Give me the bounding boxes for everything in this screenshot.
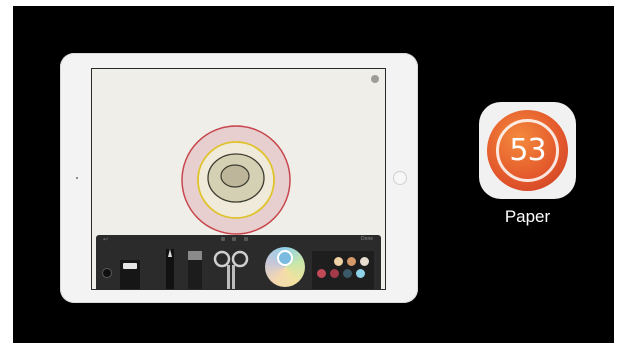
inner-olive-ellipse bbox=[220, 164, 250, 188]
tray-top-bar: ↩ Done bbox=[96, 235, 381, 245]
eraser-icon[interactable] bbox=[102, 268, 112, 278]
pencil-tip bbox=[168, 249, 172, 257]
undo-button[interactable]: ↩ bbox=[103, 236, 108, 243]
tool-tray: ↩ Done bbox=[96, 235, 381, 290]
info-icon[interactable] bbox=[371, 75, 379, 83]
palette-swatch[interactable] bbox=[330, 269, 339, 278]
logo-ring: 53 bbox=[496, 119, 559, 182]
palette-swatch[interactable] bbox=[356, 269, 365, 278]
ipad-screen: ↩ Done bbox=[91, 68, 386, 290]
color-mixer-wheel[interactable] bbox=[265, 247, 305, 287]
scissors-icon[interactable] bbox=[213, 249, 249, 290]
palette-swatch[interactable] bbox=[317, 269, 326, 278]
ipad-camera bbox=[76, 177, 78, 179]
ipad-home-button[interactable] bbox=[393, 171, 407, 185]
pencil-tool[interactable] bbox=[166, 249, 174, 289]
fountain-pen-tip bbox=[123, 263, 137, 269]
app-name-label: Paper bbox=[504, 207, 551, 226]
palette-swatch[interactable] bbox=[347, 257, 356, 266]
paper-app-icon[interactable]: 53 bbox=[479, 102, 576, 199]
paper-53-logo-icon: 53 bbox=[487, 110, 568, 191]
marker-cap bbox=[188, 251, 202, 260]
rewind-icon[interactable] bbox=[221, 237, 225, 241]
share-icon[interactable] bbox=[244, 237, 248, 241]
logo-text: 53 bbox=[509, 133, 546, 168]
marker-tool[interactable] bbox=[188, 251, 202, 289]
done-button[interactable]: Done bbox=[361, 236, 373, 242]
palette-swatch[interactable] bbox=[334, 257, 343, 266]
palette-swatch[interactable] bbox=[343, 269, 352, 278]
color-palette bbox=[312, 251, 374, 289]
selected-color-indicator bbox=[277, 250, 293, 266]
slide: ↩ Done 53 Paper bbox=[13, 6, 614, 343]
canvas-drawing bbox=[181, 125, 291, 235]
palette-swatch[interactable] bbox=[360, 257, 369, 266]
ipad-device: ↩ Done bbox=[60, 53, 418, 303]
fountain-pen-tool[interactable] bbox=[120, 260, 140, 289]
layers-icon[interactable] bbox=[232, 237, 236, 241]
